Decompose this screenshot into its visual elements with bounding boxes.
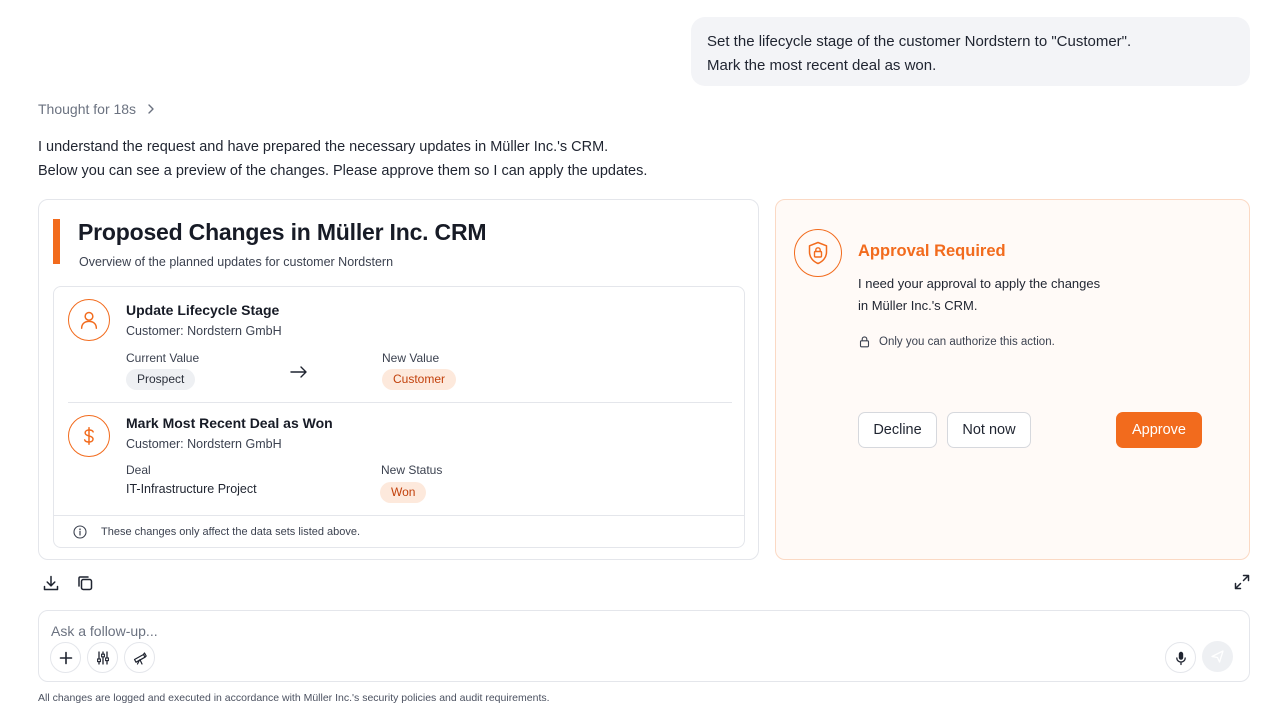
- decline-button[interactable]: Decline: [858, 412, 937, 448]
- user-message-bubble: Set the lifecycle stage of the customer …: [691, 17, 1250, 86]
- follow-up-input[interactable]: [51, 620, 1051, 642]
- new-value-pill: Customer: [382, 369, 457, 390]
- authorization-note: Only you can authorize this action.: [858, 335, 1055, 348]
- arrow-right-icon: [290, 366, 307, 378]
- approval-title: Approval Required: [858, 242, 1006, 260]
- dollar-icon: [68, 415, 110, 457]
- not-now-button[interactable]: Not now: [947, 412, 1031, 448]
- change-title: Mark Most Recent Deal as Won: [126, 415, 333, 431]
- change-customer: Customer: Nordstern GmbH: [126, 324, 282, 338]
- new-value-label: New Value: [382, 351, 440, 365]
- info-icon: [73, 525, 87, 539]
- chevron-right-icon: [148, 104, 154, 114]
- approval-text-line-1: I need your approval to apply the change…: [858, 276, 1101, 291]
- change-item-lifecycle: Update Lifecycle Stage Customer: Nordste…: [68, 299, 732, 403]
- assistant-reply-line-2: Below you can see a preview of the chang…: [38, 162, 648, 179]
- approval-text: I need your approval to apply the change…: [858, 273, 1128, 317]
- title-accent-bar: [53, 219, 60, 264]
- changes-card-title: Proposed Changes in Müller Inc. CRM: [78, 219, 487, 245]
- new-status-pill: Won: [380, 482, 427, 503]
- follow-up-composer: [38, 610, 1250, 682]
- deal-value: IT-Infrastructure Project: [126, 482, 257, 496]
- microphone-icon[interactable]: [1165, 642, 1196, 673]
- approval-text-line-2: in Müller Inc.'s CRM.: [858, 298, 978, 313]
- current-value-label: Current Value: [126, 351, 200, 365]
- assistant-reply-line-1: I understand the request and have prepar…: [38, 139, 609, 155]
- user-message-line-1: Set the lifecycle stage of the customer …: [707, 33, 1132, 50]
- audit-disclaimer: All changes are logged and executed in a…: [38, 692, 550, 704]
- change-item-deal: Mark Most Recent Deal as Won Customer: N…: [68, 407, 732, 517]
- current-value-pill: Prospect: [126, 369, 196, 390]
- plus-icon[interactable]: [50, 642, 81, 673]
- footer-note-text: These changes only affect the data sets …: [101, 526, 361, 538]
- authorization-note-text: Only you can authorize this action.: [879, 335, 1055, 348]
- user-icon: [68, 299, 110, 341]
- thought-toggle[interactable]: Thought for 18s: [38, 101, 156, 117]
- change-customer: Customer: Nordstern GmbH: [126, 437, 282, 451]
- send-icon[interactable]: [1202, 641, 1233, 672]
- approval-card: Approval Required I need your approval t…: [775, 199, 1250, 560]
- download-icon[interactable]: [42, 574, 60, 592]
- changes-card-subtitle: Overview of the planned updates for cust…: [79, 255, 394, 269]
- assistant-reply: I understand the request and have prepar…: [38, 136, 647, 183]
- change-title: Update Lifecycle Stage: [126, 302, 280, 318]
- proposed-changes-card: Proposed Changes in Müller Inc. CRM Over…: [38, 199, 759, 560]
- shield-lock-icon: [794, 229, 842, 277]
- changes-footer-note: These changes only affect the data sets …: [54, 515, 744, 548]
- copy-icon[interactable]: [76, 574, 94, 592]
- lock-icon: [859, 336, 870, 348]
- expand-icon[interactable]: [1233, 573, 1251, 591]
- sliders-icon[interactable]: [87, 642, 118, 673]
- thought-label: Thought for 18s: [38, 101, 137, 117]
- changes-list: Update Lifecycle Stage Customer: Nordste…: [53, 286, 745, 548]
- user-message-line-2: Mark the most recent deal as won.: [707, 57, 937, 74]
- approve-button[interactable]: Approve: [1116, 412, 1202, 448]
- telescope-icon[interactable]: [124, 642, 155, 673]
- new-status-label: New Status: [381, 463, 443, 477]
- deal-label: Deal: [126, 463, 151, 477]
